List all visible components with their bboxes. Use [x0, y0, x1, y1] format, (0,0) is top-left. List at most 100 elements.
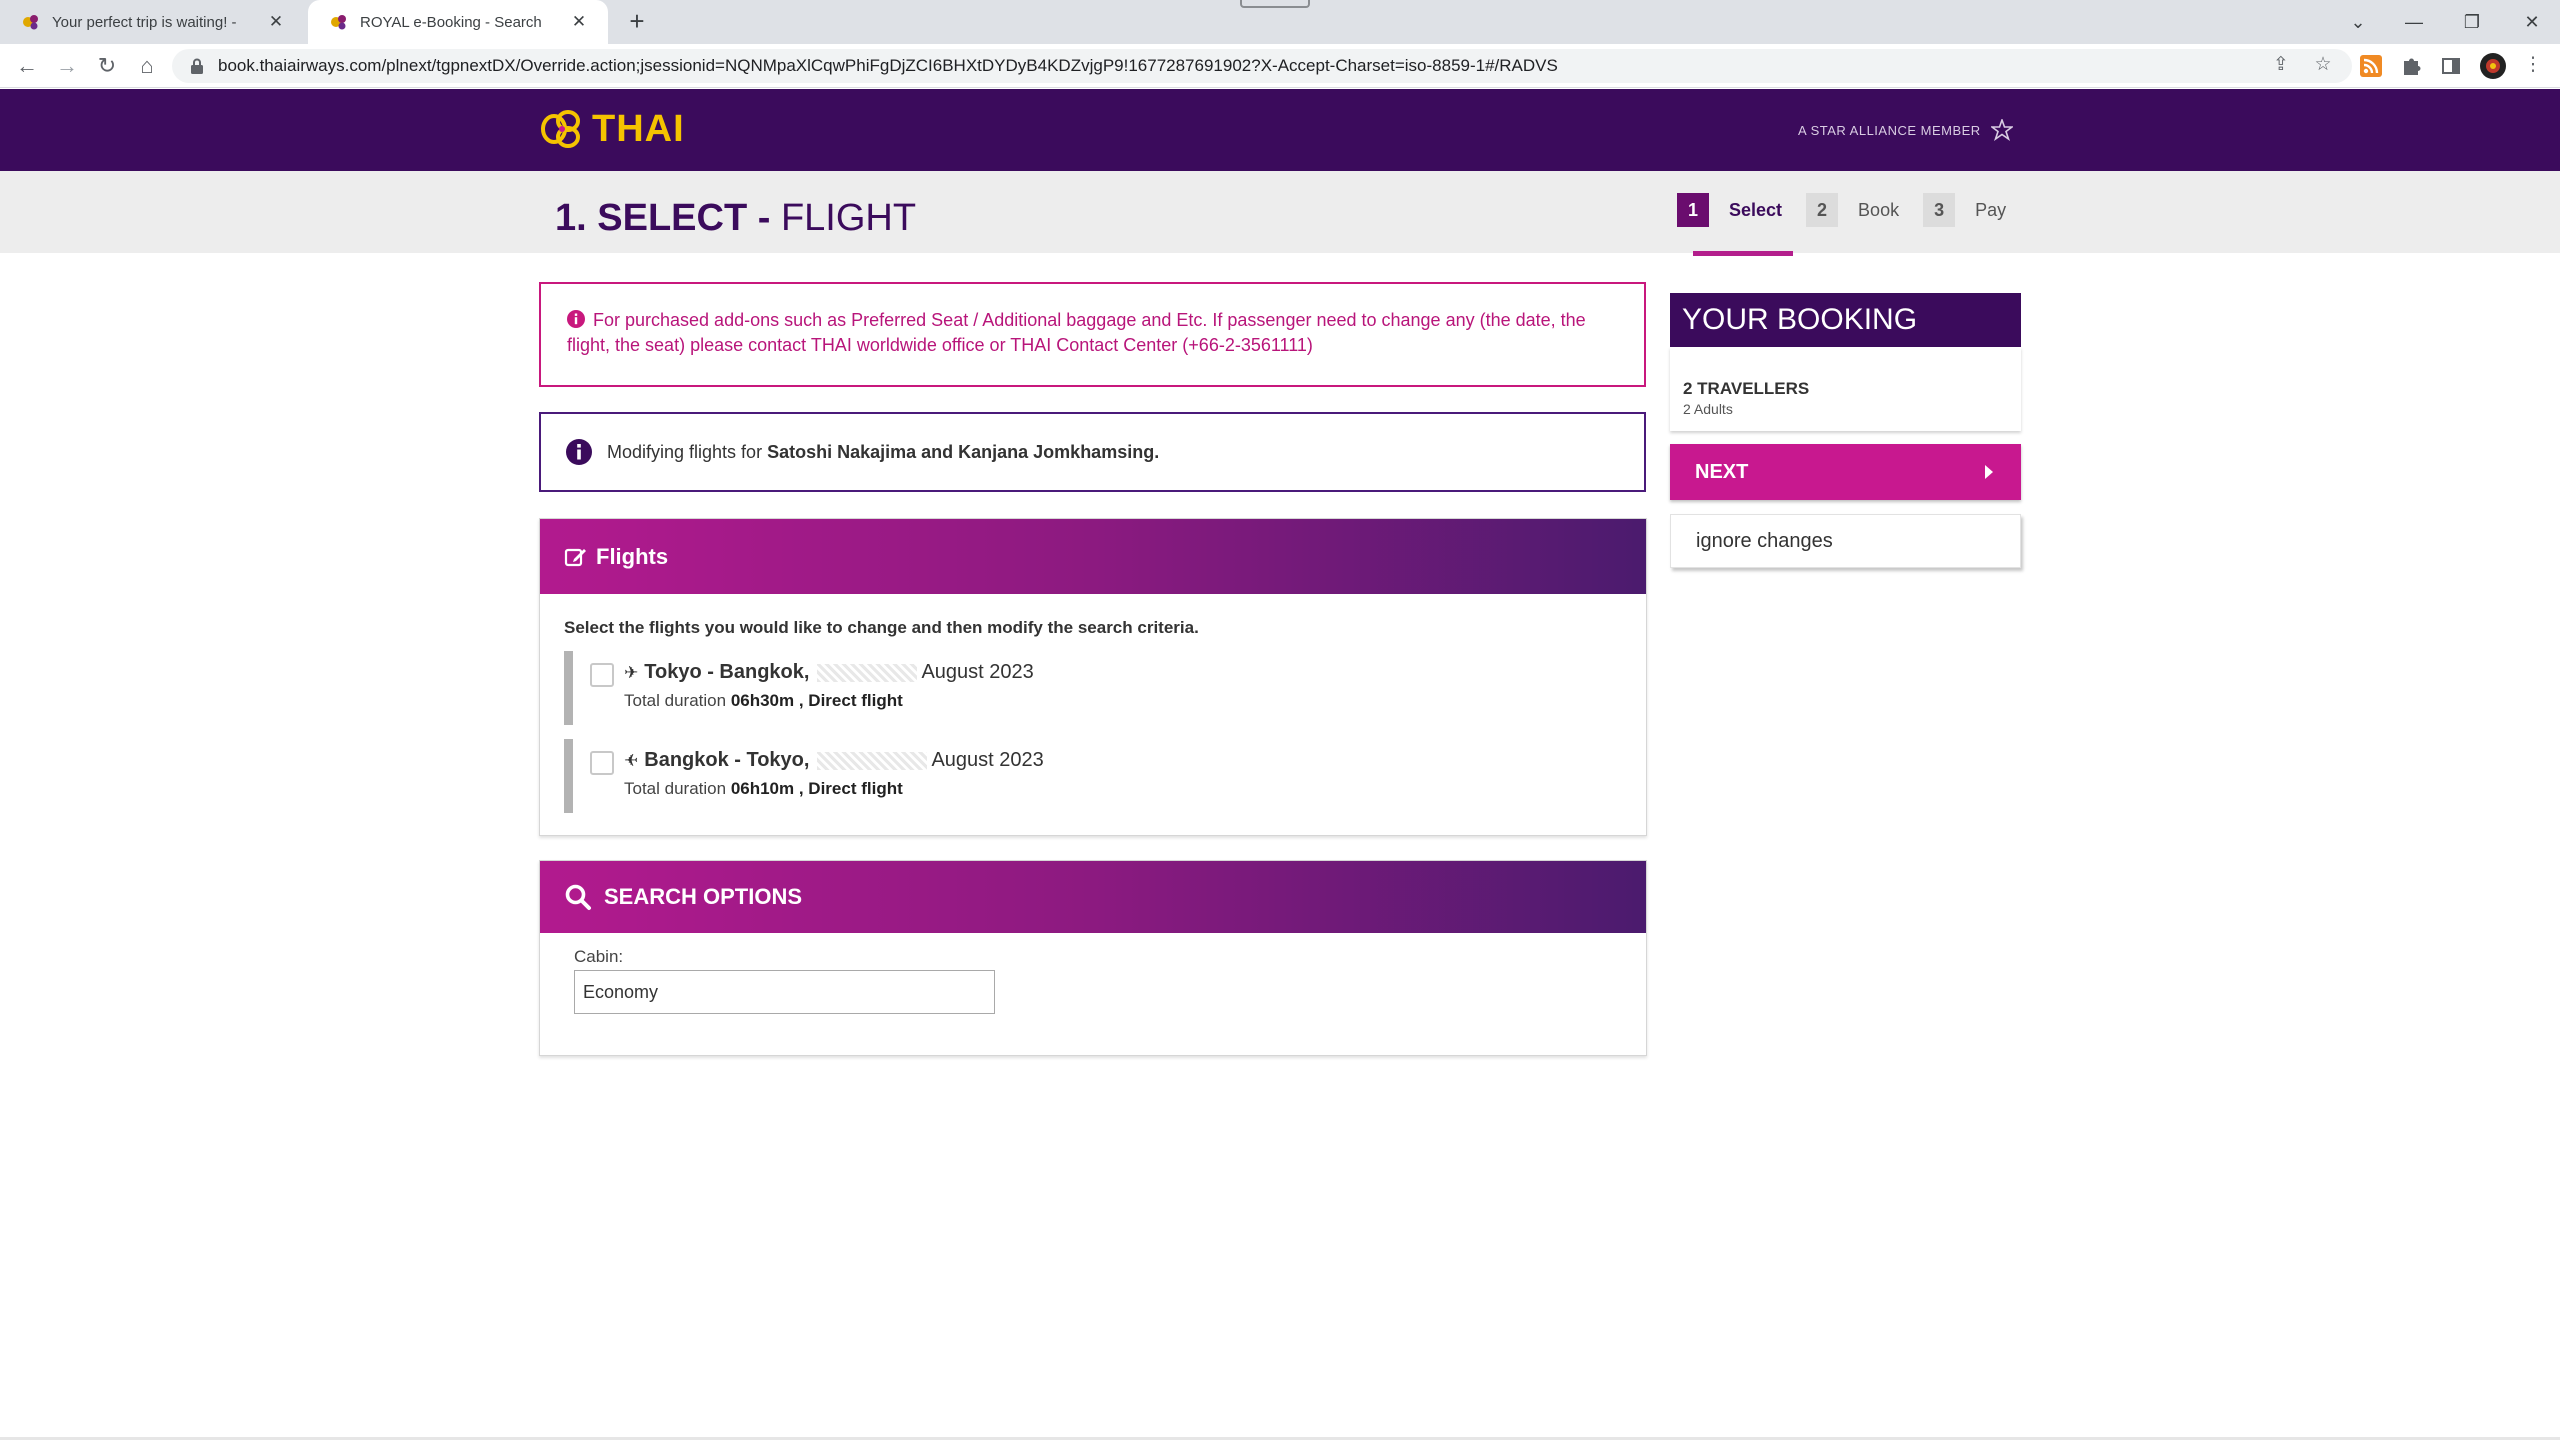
duration-value: 06h10m , Direct flight — [730, 779, 903, 798]
step-book: 2 Book — [1806, 193, 1899, 227]
step-number: 2 — [1806, 193, 1839, 227]
browser-tabstrip: Your perfect trip is waiting! - ✕ ROYAL … — [0, 0, 2560, 44]
flight-option[interactable]: ✈ Bangkok - Tokyo, August 2023 Total dur… — [564, 739, 1464, 813]
star-alliance-text: A STAR ALLIANCE MEMBER — [1798, 122, 1981, 138]
flight-route: Bangkok - Tokyo, — [644, 749, 810, 771]
extensions-puzzle-icon[interactable] — [2400, 55, 2422, 77]
page-title-band: 1. SELECT - FLIGHT 1 Select 2 Book 3 Pay — [0, 171, 2560, 256]
addons-warning-alert: For purchased add-ons such as Preferred … — [539, 282, 1646, 387]
caret-right-icon — [1985, 465, 1993, 479]
step-pay: 3 Pay — [1923, 193, 2006, 227]
logo-wordmark: THAI — [592, 107, 685, 150]
adults-count: 2 Adults — [1683, 401, 1733, 417]
thai-logo[interactable]: THAI — [540, 107, 685, 151]
bookmark-star-icon[interactable]: ☆ — [2308, 49, 2338, 79]
back-icon[interactable]: ← — [12, 51, 42, 81]
search-icon — [565, 884, 591, 910]
page-title-strong: SELECT - — [597, 197, 771, 239]
rss-extension-icon[interactable] — [2360, 55, 2382, 77]
page-title-light: FLIGHT — [780, 197, 917, 239]
redacted-date — [817, 751, 928, 770]
duration-label: Total duration — [624, 691, 727, 710]
flights-heading: Flights — [596, 543, 669, 569]
duration-value: 06h30m , Direct flight — [730, 691, 903, 710]
flight-summary: ✈ Tokyo - Bangkok, August 2023 — [624, 661, 1034, 684]
next-label: NEXT — [1695, 460, 1749, 483]
tab-search-icon[interactable]: ⌄ — [2338, 4, 2378, 40]
flight-date-suffix: August 2023 — [931, 749, 1044, 771]
tab-close-icon[interactable]: ✕ — [568, 11, 590, 33]
step-select: 1 Select — [1677, 193, 1794, 256]
next-button[interactable]: NEXT — [1670, 444, 2021, 500]
browser-tab[interactable]: Your perfect trip is waiting! - ✕ — [0, 0, 305, 44]
info-circle-icon — [567, 310, 585, 328]
duration-label: Total duration — [624, 779, 727, 798]
profile-avatar[interactable] — [2480, 53, 2506, 79]
booking-summary: 2 TRAVELLERS 2 Adults — [1670, 347, 2021, 431]
passenger-names: Satoshi Nakajima and Kanjana Jomkhamsing… — [767, 441, 1160, 462]
side-panel-icon[interactable] — [2440, 55, 2462, 77]
tab-title: Your perfect trip is waiting! - — [52, 13, 237, 31]
flight-option[interactable]: ✈ Tokyo - Bangkok, August 2023 Total dur… — [564, 651, 1464, 725]
site-header: THAI A STAR ALLIANCE MEMBER — [0, 89, 2560, 171]
share-icon[interactable]: ⇪ — [2266, 49, 2296, 79]
ignore-changes-label: ignore changes — [1696, 529, 1833, 552]
flight-select-checkbox[interactable] — [590, 663, 614, 687]
search-options-panel: SEARCH OPTIONS Cabin: — [539, 860, 1647, 1056]
url-text: book.thaiairways.com/plnext/tgpnextDX/Ov… — [218, 56, 1558, 75]
lock-icon — [191, 58, 203, 74]
forward-icon[interactable]: → — [52, 51, 82, 81]
thai-orchid-icon — [23, 15, 38, 30]
close-window-icon[interactable]: ✕ — [2512, 4, 2552, 40]
reload-icon[interactable]: ↻ — [92, 51, 122, 81]
flight-row-marker — [564, 739, 573, 813]
edit-icon — [564, 548, 586, 566]
restore-icon[interactable]: ❐ — [2452, 4, 2492, 40]
tab-title: ROYAL e-Booking - Search — [360, 13, 542, 31]
ignore-changes-button[interactable]: ignore changes — [1670, 514, 2021, 568]
flight-summary: ✈ Bangkok - Tokyo, August 2023 — [624, 749, 1044, 772]
step-label: Pay — [1975, 199, 2007, 220]
addons-warning-text: For purchased add-ons such as Preferred … — [567, 310, 1586, 355]
browser-tab-active[interactable]: ROYAL e-Booking - Search ✕ — [308, 0, 608, 44]
thai-orchid-logo-icon — [541, 110, 580, 148]
booking-steps: 1 Select 2 Book 3 Pay — [1677, 193, 2030, 256]
modifying-prefix-text: Modifying flights for — [607, 441, 763, 462]
cabin-input[interactable] — [574, 970, 995, 1014]
new-tab-icon[interactable]: + — [622, 6, 652, 36]
address-bar[interactable]: book.thaiairways.com/plnext/tgpnextDX/Ov… — [172, 49, 2352, 83]
flights-panel-header: Flights — [540, 519, 1646, 594]
window-drag-handle[interactable] — [1240, 0, 1310, 8]
page-title-number: 1. — [555, 197, 587, 239]
step-number: 3 — [1923, 193, 1956, 227]
tab-close-icon[interactable]: ✕ — [265, 11, 287, 33]
flight-row-marker — [564, 651, 573, 725]
flights-instructions: Select the flights you would like to cha… — [564, 618, 1199, 637]
step-number: 1 — [1677, 193, 1709, 227]
modifying-info-alert: Modifying flights for Satoshi Nakajima a… — [539, 412, 1646, 492]
search-options-heading: SEARCH OPTIONS — [604, 884, 803, 909]
flight-duration: Total duration 06h10m , Direct flight — [624, 779, 903, 799]
plane-departure-icon: ✈ — [624, 662, 639, 682]
travellers-count: 2 TRAVELLERS — [1683, 379, 1810, 398]
info-circle-icon — [566, 439, 592, 465]
browser-menu-icon[interactable]: ⋮ — [2518, 49, 2548, 79]
thai-orchid-icon — [331, 15, 346, 30]
browser-toolbar: ← → ↻ ⌂ book.thaiairways.com/plnext/tgpn… — [0, 44, 2560, 88]
flight-route: Tokyo - Bangkok, — [644, 661, 810, 683]
star-alliance-icon — [1990, 119, 2013, 141]
redacted-date — [817, 663, 918, 682]
flight-date-suffix: August 2023 — [921, 661, 1034, 683]
flight-duration: Total duration 06h30m , Direct flight — [624, 691, 903, 711]
star-alliance-badge: A STAR ALLIANCE MEMBER — [1798, 119, 2013, 141]
cabin-label: Cabin: — [574, 947, 624, 966]
flight-select-checkbox[interactable] — [590, 751, 614, 775]
search-options-header: SEARCH OPTIONS — [540, 861, 1646, 933]
page-title: 1. SELECT - FLIGHT — [555, 197, 916, 240]
your-booking-heading: YOUR BOOKING — [1670, 293, 2021, 347]
home-icon[interactable]: ⌂ — [132, 51, 162, 81]
step-label: Book — [1858, 199, 1900, 220]
step-label: Select — [1729, 199, 1783, 220]
minimize-icon[interactable]: — — [2394, 4, 2434, 40]
flights-panel: Flights Select the flights you would lik… — [539, 518, 1647, 836]
